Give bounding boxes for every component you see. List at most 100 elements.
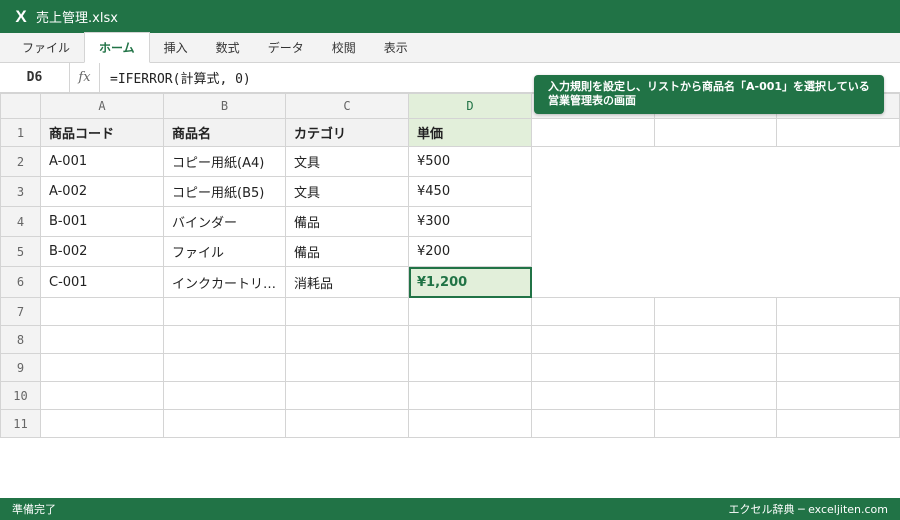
table-row: 2 A-001 コピー用紙(A4) 文具 ¥500 — [0, 146, 900, 298]
row-header[interactable]: 7 — [0, 297, 41, 326]
cell[interactable] — [531, 325, 655, 354]
status-text: 準備完了 — [12, 503, 56, 516]
cell[interactable] — [285, 325, 409, 354]
cell-header-category[interactable]: カテゴリ — [285, 118, 409, 147]
name-box[interactable]: D6 — [0, 62, 70, 93]
cell-price[interactable]: ¥450 — [408, 176, 532, 207]
callout-label: 入力規則を設定し、リストから商品名「A-001」を選択している営業管理表の画面 — [534, 75, 884, 114]
cell-category[interactable]: 備品 — [285, 236, 409, 267]
cell-header-price[interactable]: 単価 — [408, 118, 532, 147]
column-header-c[interactable]: C — [285, 93, 409, 119]
cell[interactable] — [408, 381, 532, 410]
cell[interactable] — [285, 297, 409, 326]
cell-header-code[interactable]: 商品コード — [40, 118, 164, 147]
tab-insert[interactable]: 挿入 — [150, 32, 202, 62]
cell[interactable] — [531, 297, 655, 326]
cell[interactable] — [163, 325, 286, 354]
cell[interactable] — [654, 325, 777, 354]
cell-price[interactable]: ¥200 — [408, 236, 532, 267]
row-header[interactable]: 11 — [0, 409, 41, 438]
cell[interactable] — [40, 353, 164, 382]
cell[interactable] — [776, 409, 900, 438]
cell-name[interactable]: インクカートリ… — [163, 266, 286, 298]
cell[interactable] — [163, 297, 286, 326]
cell-category[interactable]: 消耗品 — [285, 266, 409, 298]
cell[interactable] — [776, 381, 900, 410]
row-header[interactable]: 5 — [0, 236, 41, 267]
cell[interactable] — [40, 297, 164, 326]
cell-code[interactable]: B-002 — [40, 236, 164, 267]
cell-code[interactable]: A-002 — [40, 176, 164, 207]
tab-home[interactable]: ホーム — [84, 32, 150, 63]
cell[interactable] — [654, 409, 777, 438]
cell-price[interactable]: ¥300 — [408, 206, 532, 237]
cell[interactable] — [654, 353, 777, 382]
row-header[interactable]: 2 — [0, 146, 41, 177]
cell[interactable] — [776, 353, 900, 382]
table-row: 1 商品コード 商品名 カテゴリ 単価 — [0, 118, 900, 147]
row-header[interactable]: 4 — [0, 206, 41, 237]
cell-category[interactable]: 文具 — [285, 176, 409, 207]
fx-icon[interactable]: fx — [70, 62, 100, 93]
cell-code[interactable]: C-001 — [40, 266, 164, 298]
excel-logo-icon: X — [15, 6, 27, 26]
row-header[interactable]: 1 — [0, 118, 41, 147]
cell-name[interactable]: コピー用紙(A4) — [163, 146, 286, 177]
cell[interactable] — [285, 381, 409, 410]
tab-review[interactable]: 校閲 — [318, 32, 370, 62]
cell[interactable] — [285, 409, 409, 438]
cell-name[interactable]: バインダー — [163, 206, 286, 237]
cell[interactable] — [40, 325, 164, 354]
cell[interactable] — [654, 118, 777, 147]
tab-formulas[interactable]: 数式 — [202, 32, 254, 62]
cell[interactable] — [776, 325, 900, 354]
cell[interactable] — [531, 118, 655, 147]
row-header[interactable]: 3 — [0, 176, 41, 207]
tab-file[interactable]: ファイル — [8, 32, 84, 62]
cell[interactable] — [408, 325, 532, 354]
cell-name[interactable]: ファイル — [163, 236, 286, 267]
tab-view[interactable]: 表示 — [370, 32, 422, 62]
column-header-b[interactable]: B — [163, 93, 286, 119]
cell[interactable] — [531, 353, 655, 382]
formula-input[interactable]: =IFERROR(計算式, 0) — [100, 68, 251, 87]
empty-area — [531, 146, 900, 298]
cell-category[interactable]: 備品 — [285, 206, 409, 237]
cell[interactable] — [776, 297, 900, 326]
table-row: 10 — [0, 381, 900, 410]
select-all-corner[interactable] — [0, 93, 41, 119]
cell[interactable] — [163, 353, 286, 382]
row-header[interactable]: 10 — [0, 381, 41, 410]
cell[interactable] — [531, 381, 655, 410]
cell-category[interactable]: 文具 — [285, 146, 409, 177]
cell-price[interactable]: ¥500 — [408, 146, 532, 177]
window-title: 売上管理.xlsx — [36, 11, 118, 26]
site-credit: エクセル辞典 ─ exceljiten.com — [728, 503, 888, 516]
cell[interactable] — [285, 353, 409, 382]
row-header[interactable]: 9 — [0, 353, 41, 382]
cell[interactable] — [163, 381, 286, 410]
cell-code[interactable]: B-001 — [40, 206, 164, 237]
column-header-d[interactable]: D — [408, 93, 532, 119]
spreadsheet-grid: A B C D 1 商品コード 商品名 カテゴリ 単価 2 A-001 コピー用… — [0, 93, 900, 438]
cell[interactable] — [654, 297, 777, 326]
row-header[interactable]: 8 — [0, 325, 41, 354]
row-header[interactable]: 6 — [0, 266, 41, 298]
cell[interactable] — [776, 118, 900, 147]
column-header-a[interactable]: A — [40, 93, 164, 119]
cell-header-name[interactable]: 商品名 — [163, 118, 286, 147]
cell-code[interactable]: A-001 — [40, 146, 164, 177]
cell[interactable] — [408, 353, 532, 382]
cell[interactable] — [408, 297, 532, 326]
cell-name[interactable]: コピー用紙(B5) — [163, 176, 286, 207]
status-bar: 準備完了 エクセル辞典 ─ exceljiten.com — [0, 498, 900, 520]
cell[interactable] — [40, 409, 164, 438]
ribbon-tabs: ファイル ホーム 挿入 数式 データ 校閲 表示 — [0, 32, 900, 63]
cell[interactable] — [40, 381, 164, 410]
active-cell[interactable]: ¥1,200 — [408, 266, 532, 298]
cell[interactable] — [654, 381, 777, 410]
tab-data[interactable]: データ — [254, 32, 318, 62]
cell[interactable] — [163, 409, 286, 438]
cell[interactable] — [531, 409, 655, 438]
cell[interactable] — [408, 409, 532, 438]
